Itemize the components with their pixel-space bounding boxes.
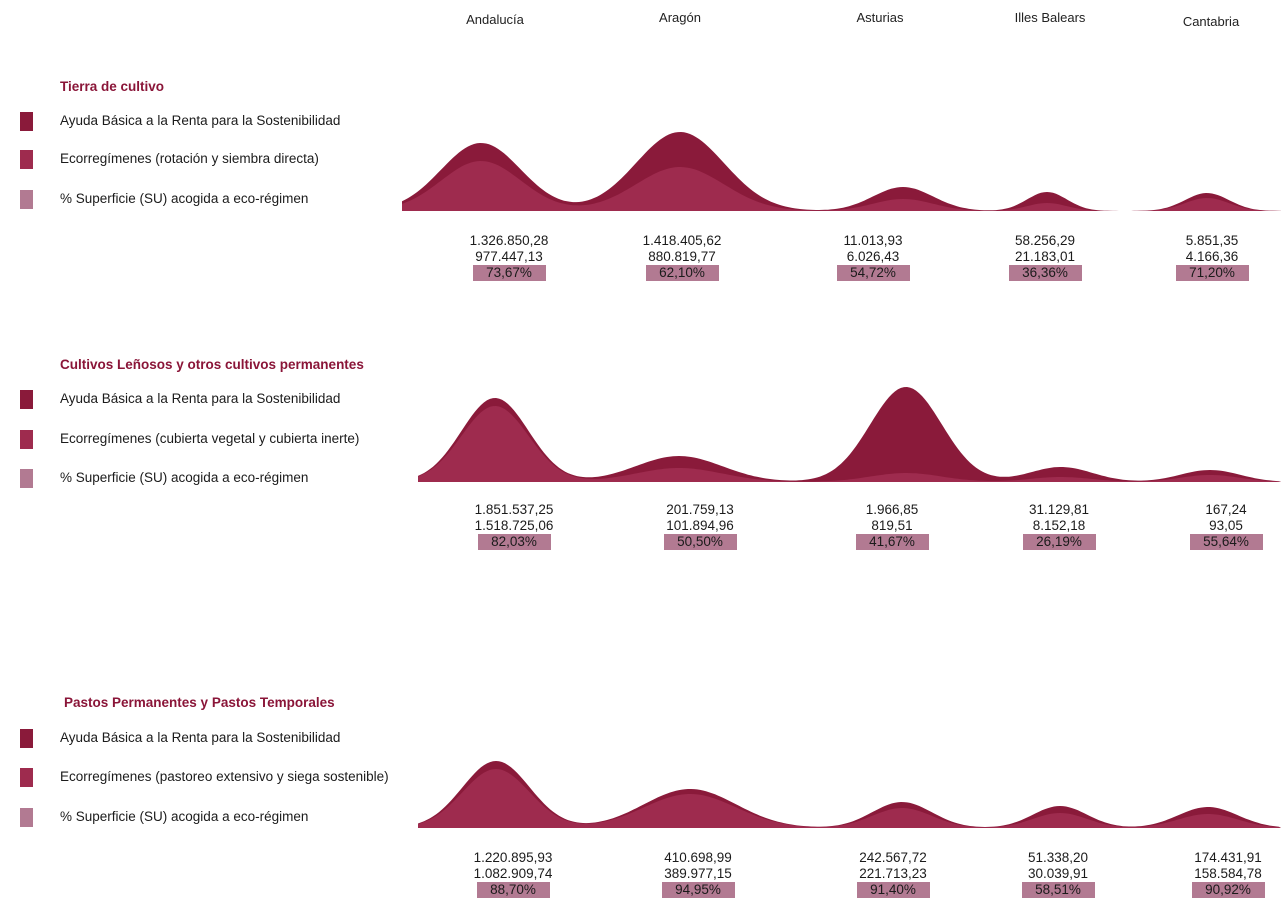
region-values: 174.431,91 158.584,78 90,92% bbox=[1148, 850, 1281, 898]
value-percent-badge: 88,70% bbox=[476, 882, 550, 898]
value-percent-badge: 90,92% bbox=[1191, 882, 1265, 898]
region-values: 242.567,72 221.713,23 91,40% bbox=[813, 850, 973, 898]
value-ayuda: 242.567,72 bbox=[859, 850, 927, 865]
value-ayuda: 51.338,20 bbox=[1027, 850, 1089, 865]
value-percent-badge: 91,40% bbox=[856, 882, 930, 898]
value-ecorregimenes: 1.082.909,74 bbox=[473, 865, 553, 881]
region-values: 1.220.895,93 1.082.909,74 88,70% bbox=[433, 850, 593, 898]
value-percent-badge: 94,95% bbox=[661, 882, 735, 898]
value-ayuda: 410.698,99 bbox=[664, 850, 732, 865]
value-ecorregimenes: 389.977,15 bbox=[664, 865, 732, 881]
region-values: 51.338,20 30.039,91 58,51% bbox=[978, 850, 1138, 898]
area-chart bbox=[418, 761, 1281, 828]
value-percent-badge: 58,51% bbox=[1021, 882, 1095, 898]
value-ecorregimenes: 30.039,91 bbox=[1027, 865, 1089, 881]
series-area-ecorregimenes bbox=[418, 769, 1281, 828]
value-ecorregimenes: 158.584,78 bbox=[1194, 865, 1262, 881]
value-ayuda: 1.220.895,93 bbox=[473, 850, 553, 865]
value-ayuda: 174.431,91 bbox=[1194, 850, 1262, 865]
region-values: 410.698,99 389.977,15 94,95% bbox=[618, 850, 778, 898]
value-ecorregimenes: 221.713,23 bbox=[859, 865, 927, 881]
